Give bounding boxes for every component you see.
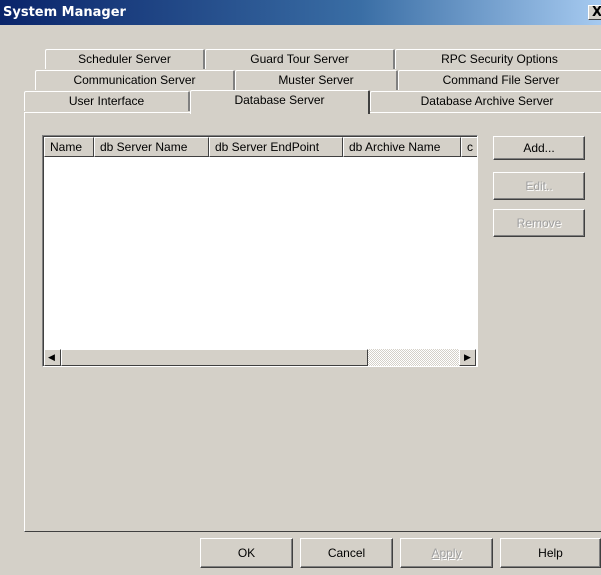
remove-button[interactable]: Remove [493, 209, 585, 237]
close-icon: X [592, 5, 601, 20]
column-header-name[interactable]: Name [44, 137, 94, 157]
edit-button[interactable]: Edit.. [493, 172, 585, 200]
scroll-thumb[interactable] [61, 349, 368, 366]
title-bar: System Manager X [0, 0, 601, 25]
tab-communication-server[interactable]: Communication Server [35, 70, 235, 90]
add-button[interactable]: Add... [493, 136, 585, 160]
tab-database-archive-server[interactable]: Database Archive Server [370, 91, 601, 111]
tab-guard-tour-server[interactable]: Guard Tour Server [205, 49, 395, 69]
scroll-track[interactable] [368, 349, 459, 366]
server-list-view[interactable]: Name db Server Name db Server EndPoint d… [42, 135, 478, 367]
scroll-left-button[interactable]: ◀ [44, 349, 61, 366]
column-header-db-server-endpoint[interactable]: db Server EndPoint [209, 137, 343, 157]
tab-scheduler-server[interactable]: Scheduler Server [45, 49, 205, 69]
arrow-left-icon: ◀ [48, 352, 55, 362]
column-header-db-archive-name[interactable]: db Archive Name [343, 137, 461, 157]
apply-button-label: Apply [431, 546, 462, 560]
arrow-right-icon: ▶ [464, 352, 471, 362]
tab-database-server[interactable]: Database Server [190, 90, 370, 114]
tab-muster-server[interactable]: Muster Server [235, 70, 398, 90]
ok-button[interactable]: OK [200, 538, 293, 568]
list-header: Name db Server Name db Server EndPoint d… [44, 137, 477, 157]
cancel-button[interactable]: Cancel [300, 538, 393, 568]
help-button[interactable]: Help [500, 538, 601, 568]
close-button[interactable]: X [588, 5, 601, 20]
column-header-db-server-name[interactable]: db Server Name [94, 137, 209, 157]
column-header-truncated[interactable]: c [461, 137, 477, 157]
scroll-right-button[interactable]: ▶ [459, 349, 476, 366]
tab-user-interface[interactable]: User Interface [24, 91, 190, 111]
window-title: System Manager [3, 5, 126, 20]
tab-rpc-security-options[interactable]: RPC Security Options [395, 49, 601, 69]
horizontal-scrollbar[interactable]: ◀ ▶ [44, 349, 476, 366]
apply-button[interactable]: Apply [400, 538, 493, 568]
tab-command-file-server[interactable]: Command File Server [398, 70, 601, 90]
